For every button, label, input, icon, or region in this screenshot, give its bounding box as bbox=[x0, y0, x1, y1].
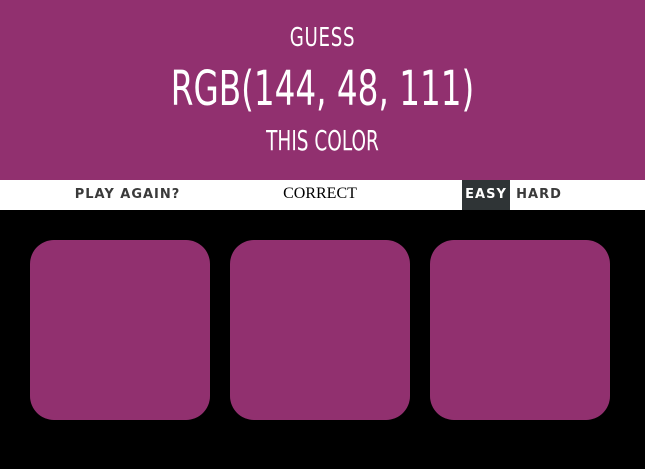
color-square[interactable] bbox=[30, 240, 210, 420]
color-square[interactable] bbox=[230, 240, 410, 420]
play-again-button[interactable]: PLAY AGAIN? bbox=[70, 180, 185, 210]
color-game: GUESS RGB(144, 48, 111) THIS COLOR PLAY … bbox=[0, 0, 645, 469]
color-square[interactable] bbox=[430, 240, 610, 420]
easy-mode-button[interactable]: EASY bbox=[462, 180, 510, 210]
color-squares bbox=[0, 210, 645, 469]
this-color-label: THIS COLOR bbox=[266, 124, 379, 157]
hard-mode-button[interactable]: HARD bbox=[512, 180, 566, 210]
rgb-display: RGB(144, 48, 111) bbox=[170, 61, 475, 117]
result-message: CORRECT bbox=[283, 185, 357, 202]
control-stripe: PLAY AGAIN? CORRECT EASY HARD bbox=[0, 180, 645, 210]
header: GUESS RGB(144, 48, 111) THIS COLOR bbox=[0, 0, 645, 180]
guess-label: GUESS bbox=[289, 23, 356, 53]
